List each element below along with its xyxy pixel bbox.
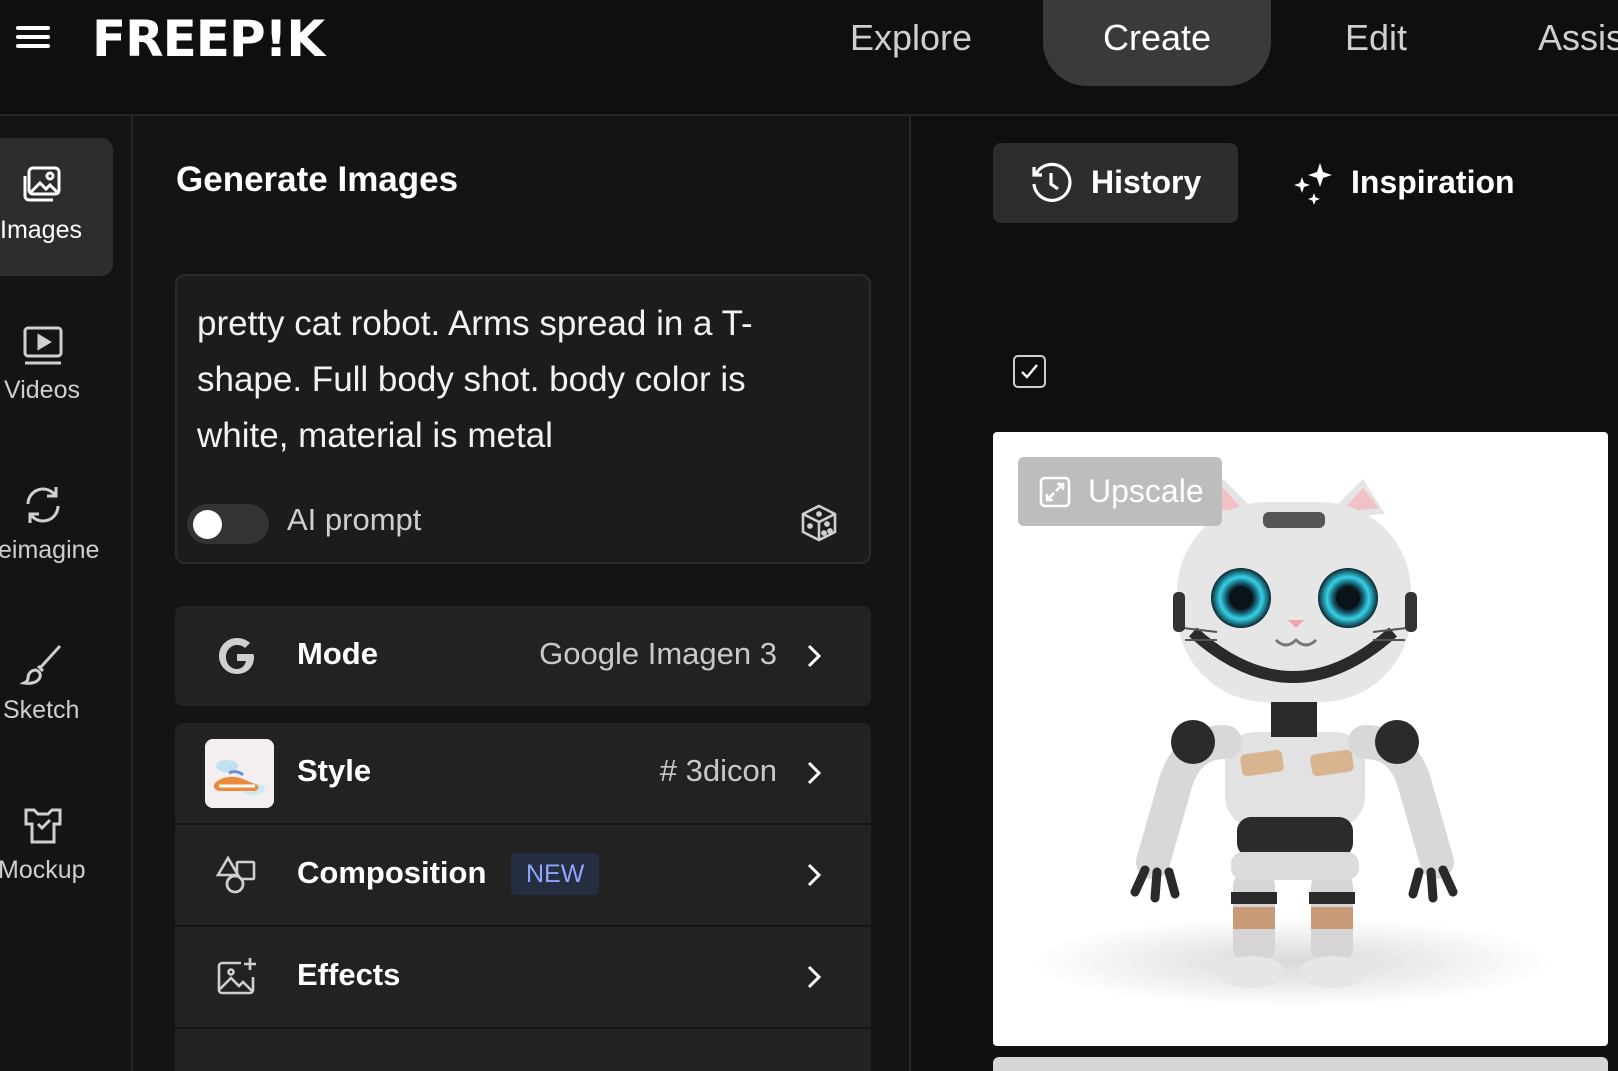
tab-label: Inspiration xyxy=(1351,164,1515,200)
chevron-right-icon xyxy=(807,863,822,887)
brush-icon xyxy=(20,644,62,685)
new-badge: NEW xyxy=(511,853,600,895)
prompt-box: pretty cat robot. Arms spread in a T-sha… xyxy=(175,274,871,564)
sparkle-icon xyxy=(1294,163,1332,205)
ai-prompt-toggle[interactable] xyxy=(187,504,269,544)
page-title: Generate Images xyxy=(176,160,459,199)
mode-value: Google Imagen 3 xyxy=(539,636,777,671)
sidebar-item-videos[interactable]: Videos xyxy=(0,298,113,436)
top-bar: FREEP!K Explore Create Edit Assis xyxy=(0,0,1618,116)
composition-selector[interactable]: Composition NEW xyxy=(175,825,871,925)
hamburger-menu-icon[interactable] xyxy=(14,22,52,52)
generated-image-card[interactable]: Upscale xyxy=(993,432,1608,1046)
sidebar-item-label: Mockup xyxy=(0,856,86,884)
shapes-icon xyxy=(215,855,256,894)
tool-sidebar: Images Videos eimagine Sketch Mockup xyxy=(0,116,133,1071)
style-selector[interactable]: Style # 3dicon xyxy=(175,723,871,823)
effects-label: Effects xyxy=(297,957,401,992)
upscale-button[interactable]: Upscale xyxy=(1018,457,1222,526)
sidebar-item-sketch[interactable]: Sketch xyxy=(0,618,113,756)
sidebar-item-label: Images xyxy=(0,216,82,244)
expand-icon xyxy=(1039,476,1071,508)
select-checkbox[interactable] xyxy=(1013,355,1046,388)
nav-assistant[interactable]: Assis xyxy=(1538,0,1618,86)
chevron-right-icon xyxy=(807,644,822,668)
sidebar-item-images[interactable]: Images xyxy=(0,138,113,276)
tab-label: History xyxy=(1091,164,1202,200)
effects-selector[interactable]: Effects xyxy=(175,927,871,1027)
next-image-card[interactable] xyxy=(993,1057,1608,1071)
chevron-right-icon xyxy=(807,965,822,989)
nav-create[interactable]: Create xyxy=(1043,0,1272,86)
mockup-icon xyxy=(24,808,62,844)
mode-label: Mode xyxy=(297,636,378,671)
sidebar-item-reimagine[interactable]: eimagine xyxy=(0,458,113,596)
sidebar-item-label: eimagine xyxy=(0,536,100,564)
tab-history[interactable]: History xyxy=(993,143,1238,223)
composition-label: Composition xyxy=(297,855,487,890)
nav-edit[interactable]: Edit xyxy=(1345,0,1407,86)
tab-inspiration[interactable]: Inspiration xyxy=(1290,143,1530,223)
sidebar-item-label: Sketch xyxy=(3,696,80,724)
sidebar-item-mockup[interactable]: Mockup xyxy=(0,778,113,916)
next-setting-row[interactable] xyxy=(175,1029,871,1071)
prompt-input[interactable]: pretty cat robot. Arms spread in a T-sha… xyxy=(197,296,837,464)
image-sparkle-icon xyxy=(217,958,256,995)
mode-selector[interactable]: Mode Google Imagen 3 xyxy=(175,606,871,706)
style-value: # 3dicon xyxy=(659,753,777,788)
style-thumbnail xyxy=(205,739,274,808)
images-icon xyxy=(23,166,61,202)
google-icon xyxy=(219,638,254,674)
random-prompt-dice-icon[interactable] xyxy=(799,503,839,543)
freepik-logo[interactable]: FREEP!K xyxy=(92,10,325,68)
reimagine-icon xyxy=(26,487,60,523)
chevron-right-icon xyxy=(807,761,822,785)
video-icon xyxy=(23,326,63,365)
ai-prompt-label: AI prompt xyxy=(287,502,422,537)
generate-panel: Generate Images pretty cat robot. Arms s… xyxy=(133,116,911,1071)
nav-explore[interactable]: Explore xyxy=(850,0,972,86)
style-label: Style xyxy=(297,753,372,788)
sidebar-item-label: Videos xyxy=(4,376,80,404)
upscale-label: Upscale xyxy=(1088,473,1204,509)
history-icon xyxy=(1032,162,1072,202)
